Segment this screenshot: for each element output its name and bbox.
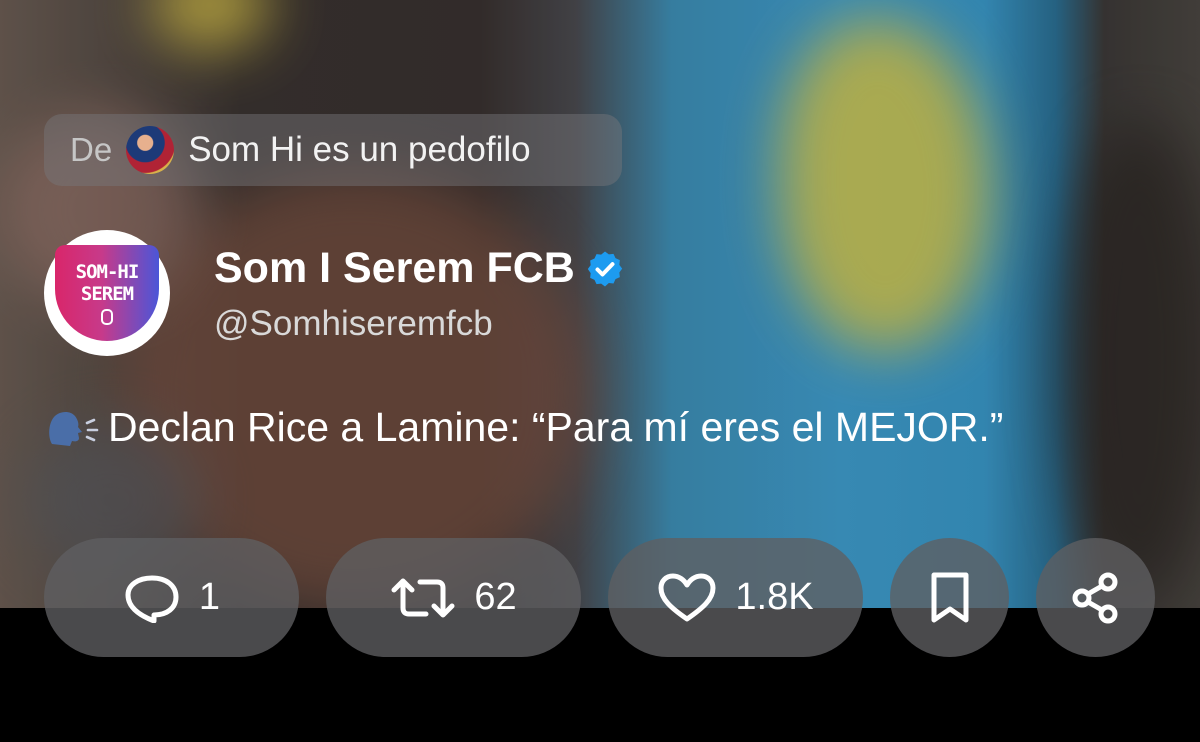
like-count: 1.8K (735, 576, 814, 618)
reply-icon (125, 575, 179, 623)
author-avatar[interactable]: SOM-HI SEREM (44, 230, 170, 356)
source-name[interactable]: Som Hi es un pedofilo (188, 130, 530, 170)
repost-icon (391, 578, 455, 617)
avatar-logo: SOM-HI SEREM (55, 245, 159, 341)
heart-icon (658, 573, 716, 621)
source-prefix: De (70, 131, 113, 168)
share-icon (1072, 572, 1117, 623)
repost-button[interactable]: 62 (326, 538, 581, 657)
post-text: Declan Rice a Lamine: “Para mí eres el M… (108, 404, 1004, 450)
bookmark-button[interactable] (890, 538, 1009, 657)
avatar-logo-text-1: SOM-HI (75, 261, 140, 283)
post-text-row: Declan Rice a Lamine: “Para mí eres el M… (46, 404, 1003, 451)
avatar-logo-text-2: SEREM (80, 283, 134, 305)
video-background[interactable] (0, 0, 1200, 608)
author-display-name[interactable]: Som I Serem FCB (214, 244, 575, 293)
microphone-icon (101, 309, 113, 325)
author-display-name-row[interactable]: Som I Serem FCB (214, 244, 625, 293)
source-attribution[interactable]: De Som Hi es un pedofilo (44, 114, 622, 186)
source-avatar (126, 126, 175, 174)
repost-count: 62 (474, 576, 517, 618)
reply-count: 1 (198, 576, 221, 618)
author-handle[interactable]: @Somhiseremfcb (214, 304, 493, 344)
speaking-head-icon (49, 411, 99, 446)
verified-badge-icon (587, 251, 622, 286)
share-button[interactable] (1036, 538, 1155, 657)
reply-button[interactable]: 1 (44, 538, 299, 657)
like-button[interactable]: 1.8K (608, 538, 863, 657)
bookmark-icon (931, 572, 968, 622)
